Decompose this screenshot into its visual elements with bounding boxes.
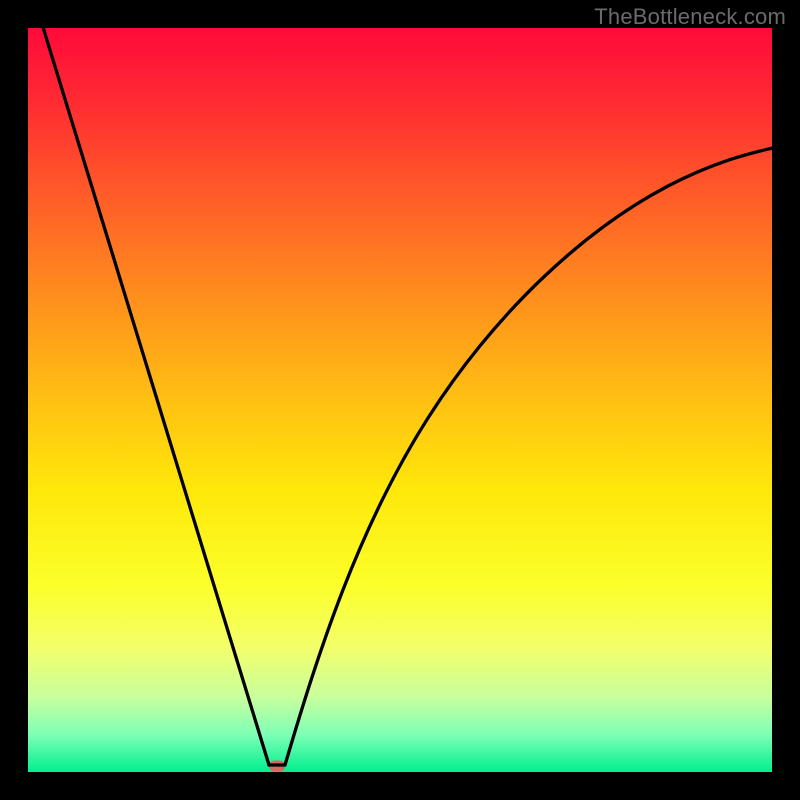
watermark-text: TheBottleneck.com — [594, 4, 786, 30]
plot-area — [28, 28, 772, 772]
curve-right-branch — [285, 147, 772, 765]
bottleneck-curve — [28, 28, 772, 772]
curve-left-branch — [42, 28, 269, 765]
chart-frame: TheBottleneck.com — [0, 0, 800, 800]
